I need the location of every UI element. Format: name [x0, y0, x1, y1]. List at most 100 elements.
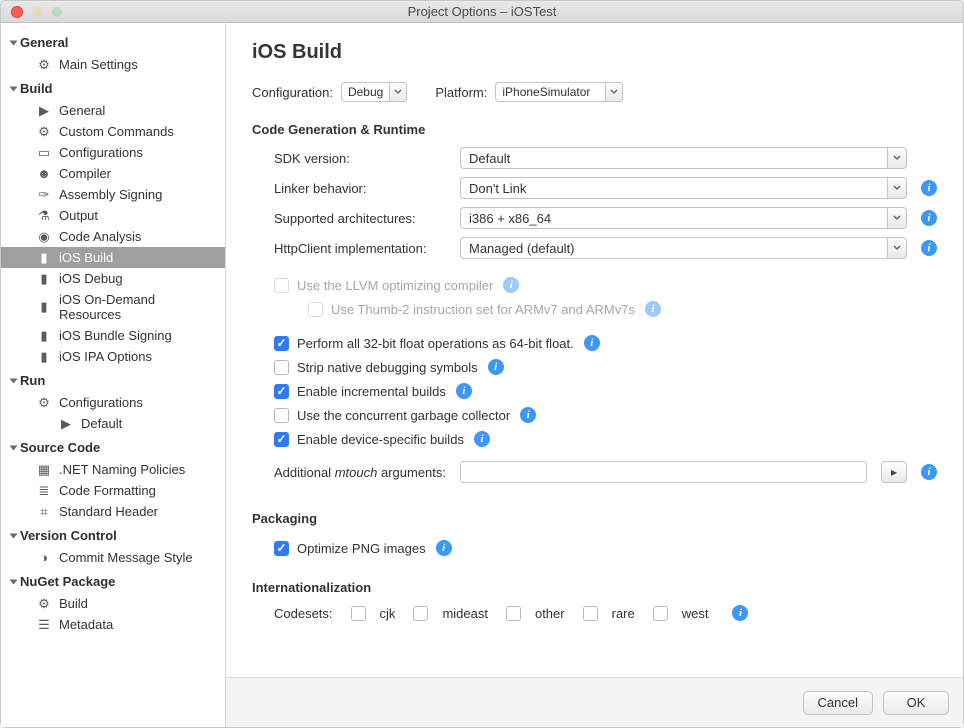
info-icon[interactable]: i	[584, 335, 600, 351]
platform-select[interactable]: iPhoneSimulator	[495, 82, 623, 102]
info-icon[interactable]: i	[503, 277, 519, 293]
check-thumb: Use Thumb-2 instruction set for ARMv7 an…	[252, 297, 937, 321]
codeset-cjk[interactable]: cjk	[351, 606, 396, 621]
check-strip[interactable]: Strip native debugging symbolsi	[252, 355, 937, 379]
codeset-west[interactable]: west	[653, 606, 709, 621]
sidebar-item-assembly-signing[interactable]: ✑Assembly Signing	[1, 184, 225, 205]
sidebar-category-version-control[interactable]: Version Control	[1, 522, 225, 547]
sidebar-category-source-code[interactable]: Source Code	[1, 434, 225, 459]
checkbox[interactable]	[506, 606, 521, 621]
info-icon[interactable]: i	[921, 180, 937, 196]
checkbox[interactable]	[274, 541, 289, 556]
ok-button[interactable]: OK	[883, 691, 949, 715]
chevron-down-icon	[887, 237, 907, 259]
checkbox[interactable]	[274, 360, 289, 375]
checkbox[interactable]	[351, 606, 366, 621]
document-icon: ▮	[37, 251, 51, 265]
codeset-other[interactable]: other	[506, 606, 565, 621]
gear-icon: ⚙	[37, 125, 51, 139]
sidebar-category-run[interactable]: Run	[1, 367, 225, 392]
chevron-down-icon	[887, 147, 907, 169]
body: General ⚙Main Settings Build ▶General ⚙C…	[1, 23, 963, 727]
checkbox[interactable]	[583, 606, 598, 621]
key-icon: ✑	[37, 188, 51, 202]
sidebar-item-ios-debug[interactable]: ▮iOS Debug	[1, 268, 225, 289]
check-optimize-png[interactable]: Optimize PNG imagesi	[252, 536, 937, 560]
chevron-down-icon	[389, 82, 407, 102]
http-select[interactable]: Managed (default)	[460, 237, 907, 259]
sidebar-item-code-analysis[interactable]: ◉Code Analysis	[1, 226, 225, 247]
info-icon[interactable]: i	[921, 240, 937, 256]
sidebar-category-label: Run	[20, 373, 45, 388]
sidebar-sub-configurations[interactable]: ⚙Configurations	[1, 392, 225, 413]
sidebar-item-ios-bundle-signing[interactable]: ▮iOS Bundle Signing	[1, 325, 225, 346]
check-float[interactable]: Perform all 32-bit float operations as 6…	[252, 331, 937, 355]
sidebar-category-label: Version Control	[20, 528, 117, 543]
info-icon[interactable]: i	[921, 464, 937, 480]
sidebar-category-build[interactable]: Build	[1, 75, 225, 100]
config-platform-row: Configuration: Debug Platform: iPhoneSim…	[252, 82, 937, 102]
checkbox[interactable]	[653, 606, 668, 621]
section-i18n-header: Internationalization	[252, 580, 937, 595]
sidebar-item-ios-ondemand[interactable]: ▮iOS On-Demand Resources	[1, 289, 225, 325]
sidebar-item-default[interactable]: ▶Default	[1, 413, 225, 434]
configuration-label: Configuration:	[252, 85, 333, 100]
window-title: Project Options – iOSTest	[1, 4, 963, 19]
check-llvm: Use the LLVM optimizing compileri	[252, 273, 937, 297]
cancel-button[interactable]: Cancel	[803, 691, 873, 715]
configuration-select[interactable]: Debug	[341, 82, 407, 102]
zoom-window-button[interactable]	[51, 6, 63, 18]
sidebar-item-output[interactable]: ⚗Output	[1, 205, 225, 226]
section-packaging-header: Packaging	[252, 511, 937, 526]
checkbox[interactable]	[274, 336, 289, 351]
info-icon[interactable]: i	[456, 383, 472, 399]
sidebar-item-main-settings[interactable]: ⚙Main Settings	[1, 54, 225, 75]
sidebar-item-configurations[interactable]: ▭Configurations	[1, 142, 225, 163]
row-arch: Supported architectures: i386 + x86_64 i	[274, 207, 937, 229]
document-icon: ▮	[37, 272, 51, 286]
sdk-select[interactable]: Default	[460, 147, 907, 169]
info-icon[interactable]: i	[474, 431, 490, 447]
sidebar-category-general[interactable]: General	[1, 29, 225, 54]
info-icon[interactable]: i	[520, 407, 536, 423]
codesets-row: Codesets: cjk mideast other rare west i	[252, 605, 937, 621]
sidebar-category-label: Build	[20, 81, 53, 96]
arch-select[interactable]: i386 + x86_64	[460, 207, 907, 229]
checkbox[interactable]	[274, 408, 289, 423]
linker-select[interactable]: Don't Link	[460, 177, 907, 199]
info-icon[interactable]: i	[732, 605, 748, 621]
sidebar-item-ios-ipa-options[interactable]: ▮iOS IPA Options	[1, 346, 225, 367]
gear-icon: ⚙	[37, 58, 51, 72]
sidebar-item-naming-policies[interactable]: ▦.NET Naming Policies	[1, 459, 225, 480]
sidebar-item-compiler[interactable]: ☻Compiler	[1, 163, 225, 184]
info-icon[interactable]: i	[921, 210, 937, 226]
info-icon[interactable]: i	[488, 359, 504, 375]
sidebar-item-nuget-build[interactable]: ⚙Build	[1, 593, 225, 614]
close-window-button[interactable]	[11, 6, 23, 18]
codeset-rare[interactable]: rare	[583, 606, 635, 621]
check-gc[interactable]: Use the concurrent garbage collectori	[252, 403, 937, 427]
check-incremental[interactable]: Enable incremental buildsi	[252, 379, 937, 403]
sidebar-item-commit-style[interactable]: ◑Commit Message Style	[1, 547, 225, 568]
info-icon[interactable]: i	[645, 301, 661, 317]
checkbox[interactable]	[274, 432, 289, 447]
checkbox	[308, 302, 323, 317]
sidebar-item-general[interactable]: ▶General	[1, 100, 225, 121]
check-device-builds[interactable]: Enable device-specific buildsi	[252, 427, 937, 451]
minimize-window-button[interactable]	[31, 6, 43, 18]
mtouch-picker-button[interactable]	[881, 461, 907, 483]
sidebar-item-standard-header[interactable]: ⌗Standard Header	[1, 501, 225, 522]
list-icon: ☰	[37, 618, 51, 632]
row-http: HttpClient implementation: Managed (defa…	[274, 237, 937, 259]
checkbox[interactable]	[274, 384, 289, 399]
sidebar-item-nuget-metadata[interactable]: ☰Metadata	[1, 614, 225, 635]
codeset-mideast[interactable]: mideast	[413, 606, 488, 621]
sidebar-item-ios-build[interactable]: ▮iOS Build	[1, 247, 225, 268]
mtouch-input[interactable]	[460, 461, 867, 483]
checkbox[interactable]	[413, 606, 428, 621]
info-icon[interactable]: i	[436, 540, 452, 556]
http-label: HttpClient implementation:	[274, 241, 452, 256]
sidebar-category-nuget[interactable]: NuGet Package	[1, 568, 225, 593]
sidebar-item-custom-commands[interactable]: ⚙Custom Commands	[1, 121, 225, 142]
sidebar-item-code-formatting[interactable]: ≣Code Formatting	[1, 480, 225, 501]
